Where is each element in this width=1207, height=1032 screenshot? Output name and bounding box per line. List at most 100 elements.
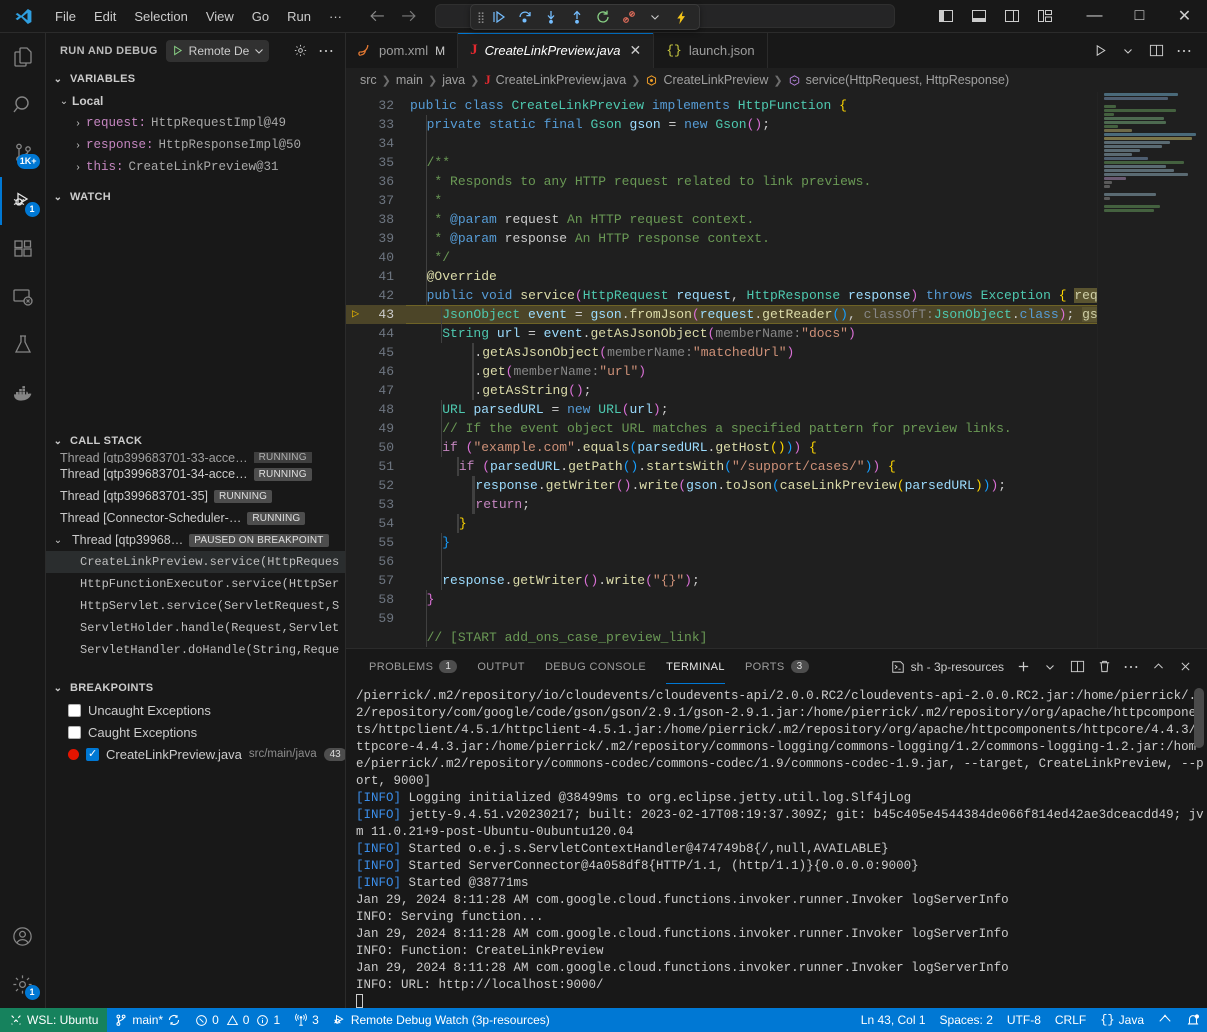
code-lines[interactable]: public class CreateLinkPreview implement… <box>406 92 1097 648</box>
status-language-mode[interactable]: {} Java <box>1093 1008 1151 1032</box>
menu-edit[interactable]: Edit <box>85 5 125 28</box>
step-over-button[interactable] <box>513 6 537 28</box>
variable-row[interactable]: › request: HttpRequestImpl@49 <box>46 112 345 134</box>
activity-docker[interactable] <box>0 369 46 417</box>
step-into-button[interactable] <box>539 6 563 28</box>
menu-more[interactable]: ··· <box>320 5 351 28</box>
callstack-frame-row[interactable]: ServletHandler.doHandle(String,Reque <box>46 639 345 661</box>
status-eol[interactable]: CRLF <box>1048 1008 1093 1032</box>
panel-more-actions-icon[interactable]: ⋯ <box>1119 655 1143 679</box>
variables-section-header[interactable]: ⌄ VARIABLES <box>46 68 345 90</box>
new-terminal-icon[interactable] <box>1011 655 1035 679</box>
status-cursor-position[interactable]: Ln 43, Col 1 <box>854 1008 933 1032</box>
callstack-frame-row[interactable]: HttpServlet.service(ServletRequest,S <box>46 595 345 617</box>
status-notifications[interactable] <box>1179 1008 1207 1032</box>
run-java-button[interactable] <box>1087 38 1113 64</box>
callstack-thread-row[interactable]: Thread [qtp399683701-35] RUNNING <box>46 485 345 507</box>
watch-section-header[interactable]: ⌄ WATCH <box>46 186 345 208</box>
step-out-button[interactable] <box>565 6 589 28</box>
go-back-icon[interactable] <box>369 8 386 25</box>
tab-launch-json[interactable]: {} launch.json <box>654 33 767 68</box>
status-encoding[interactable]: UTF-8 <box>1000 1008 1048 1032</box>
terminal-output[interactable]: /pierrick/.m2/repository/io/cloudevents/… <box>346 684 1207 1008</box>
split-editor-icon[interactable] <box>1143 38 1169 64</box>
kill-terminal-icon[interactable] <box>1092 655 1116 679</box>
callstack-thread-row[interactable]: Thread [Connector-Scheduler-… RUNNING <box>46 507 345 529</box>
status-feedback[interactable] <box>1151 1008 1179 1032</box>
open-launch-config-icon[interactable] <box>289 40 311 62</box>
breadcrumb-main[interactable]: main <box>396 73 423 87</box>
toggle-secondary-sidebar-icon[interactable] <box>997 3 1027 29</box>
status-indentation[interactable]: Spaces: 2 <box>933 1008 1000 1032</box>
disconnect-button[interactable] <box>617 6 641 28</box>
sync-icon[interactable] <box>167 1013 181 1027</box>
callstack-frame-row[interactable]: CreateLinkPreview.service(HttpReques <box>46 551 345 573</box>
panel-tab-debug-console[interactable]: DEBUG CONSOLE <box>536 649 655 684</box>
panel-tab-problems[interactable]: PROBLEMS 1 <box>360 649 466 684</box>
maximize-button[interactable]: □ <box>1117 0 1162 33</box>
drag-handle-icon[interactable]: ⣿ <box>477 11 485 24</box>
status-problems[interactable]: 0 0 1 <box>188 1008 287 1032</box>
terminal-scrollbar[interactable] <box>1194 688 1204 748</box>
checkbox[interactable] <box>68 726 81 739</box>
status-debug-session[interactable]: Remote Debug Watch (3p-resources) <box>326 1008 557 1032</box>
maximize-panel-icon[interactable] <box>1146 655 1170 679</box>
checkbox[interactable] <box>86 748 99 761</box>
debug-configuration-picker[interactable]: Remote De <box>166 40 270 62</box>
go-forward-icon[interactable] <box>400 8 417 25</box>
panel-tab-output[interactable]: OUTPUT <box>468 649 534 684</box>
breadcrumb-src[interactable]: src <box>360 73 377 87</box>
breadcrumb-method[interactable]: service(HttpRequest, HttpResponse) <box>806 73 1010 87</box>
panel-tab-ports[interactable]: PORTS 3 <box>736 649 818 684</box>
breadcrumb-java[interactable]: java <box>442 73 465 87</box>
close-panel-icon[interactable] <box>1173 655 1197 679</box>
close-icon[interactable]: ✕ <box>629 42 641 59</box>
status-branch[interactable]: main* <box>107 1008 188 1032</box>
callstack-section-header[interactable]: ⌄ CALL STACK <box>46 430 345 452</box>
menu-view[interactable]: View <box>197 5 243 28</box>
checkbox[interactable] <box>68 704 81 717</box>
continue-button[interactable] <box>487 6 511 28</box>
activity-run-and-debug[interactable]: 1 <box>0 177 46 225</box>
status-remote-host[interactable]: WSL: Ubuntu <box>0 1008 107 1032</box>
customize-layout-icon[interactable] <box>1030 3 1060 29</box>
hot-reload-button[interactable] <box>669 6 693 28</box>
run-dropdown-icon[interactable] <box>1115 38 1141 64</box>
toggle-primary-sidebar-icon[interactable] <box>931 3 961 29</box>
status-ports[interactable]: 3 <box>287 1008 326 1032</box>
terminal-selector[interactable]: sh - 3p-resources <box>891 660 1008 674</box>
disconnect-dropdown-icon[interactable] <box>643 6 667 28</box>
menu-go[interactable]: Go <box>243 5 278 28</box>
activity-accounts[interactable] <box>0 912 46 960</box>
tab-createlinkpreview-java[interactable]: J CreateLinkPreview.java ✕ <box>458 33 654 68</box>
toggle-panel-icon[interactable] <box>964 3 994 29</box>
activity-explorer[interactable] <box>0 33 46 81</box>
breakpoints-section-header[interactable]: ⌄ BREAKPOINTS <box>46 677 345 699</box>
callstack-thread-row[interactable]: Thread [qtp399683701-34-acce… RUNNING <box>46 463 345 485</box>
tab-pom-xml[interactable]: pom.xml M <box>346 33 458 68</box>
breadcrumb-class[interactable]: CreateLinkPreview <box>663 73 768 87</box>
minimap[interactable] <box>1097 92 1207 648</box>
split-terminal-icon[interactable] <box>1065 655 1089 679</box>
menu-run[interactable]: Run <box>278 5 320 28</box>
panel-tab-terminal[interactable]: TERMINAL <box>657 649 734 684</box>
breadcrumb-file[interactable]: CreateLinkPreview.java <box>496 73 627 87</box>
activity-source-control[interactable]: 1K+ <box>0 129 46 177</box>
close-button[interactable]: ✕ <box>1162 0 1207 33</box>
breakpoint-row-file[interactable]: CreateLinkPreview.java src/main/java 43 <box>46 743 345 765</box>
callstack-frame-row[interactable]: ServletHolder.handle(Request,Servlet <box>46 617 345 639</box>
code-viewport[interactable]: 32 33 34 35 36 37 38 39 40 41 42 ▷ 43 <box>346 92 1097 648</box>
sidebar-more-actions-icon[interactable]: ⋯ <box>315 40 337 62</box>
menu-file[interactable]: File <box>46 5 85 28</box>
restart-button[interactable] <box>591 6 615 28</box>
activity-remote-explorer[interactable] <box>0 273 46 321</box>
callstack-thread-row[interactable]: Thread [qtp399683701-33-acce… RUNNING <box>46 452 345 463</box>
variable-row[interactable]: › this: CreateLinkPreview@31 <box>46 156 345 178</box>
minimize-button[interactable]: — <box>1072 0 1117 33</box>
callstack-frame-row[interactable]: HttpFunctionExecutor.service(HttpSer <box>46 573 345 595</box>
terminal-dropdown-icon[interactable] <box>1038 655 1062 679</box>
menu-selection[interactable]: Selection <box>125 5 196 28</box>
activity-extensions[interactable] <box>0 225 46 273</box>
editor-scrollbar[interactable] <box>1193 92 1207 648</box>
variables-scope-local[interactable]: ⌄ Local <box>46 90 345 112</box>
